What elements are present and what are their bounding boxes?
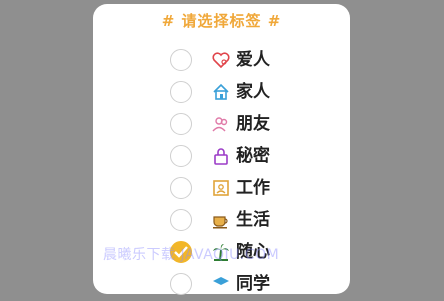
tag-label: 朋友 <box>236 114 270 134</box>
coffee-cup-icon <box>211 210 231 230</box>
heart-person-icon <box>211 50 231 70</box>
screen: { "dialog": { "title": "# 请选择标签 #", "tag… <box>0 0 444 295</box>
house-icon <box>211 82 231 102</box>
dialog-title: # 请选择标签 # <box>161 12 282 30</box>
tag-option-family[interactable]: 家人 <box>93 79 350 109</box>
tag-label: 工作 <box>236 178 270 198</box>
tag-label: 家人 <box>236 82 270 102</box>
tag-option-lover[interactable]: 爱人 <box>93 47 350 77</box>
tag-option-friends[interactable]: 朋友 <box>93 111 350 141</box>
tag-option-life[interactable]: 生活 <box>93 207 350 237</box>
badge-icon <box>211 178 231 198</box>
tag-label: 生活 <box>236 210 270 230</box>
friends-icon <box>211 114 231 134</box>
radio-button[interactable] <box>170 273 192 295</box>
tag-label: 爱人 <box>236 50 270 70</box>
radio-button[interactable] <box>170 113 192 135</box>
graduate-icon <box>211 274 231 294</box>
tag-option-classmates[interactable]: 同学 <box>93 271 350 301</box>
lock-icon <box>211 146 231 166</box>
radio-button[interactable] <box>170 81 192 103</box>
tag-label: 同学 <box>236 274 270 294</box>
watermark-text: 晨曦乐下载 JAVAQIU.COM <box>103 247 280 263</box>
radio-button[interactable] <box>170 177 192 199</box>
radio-button[interactable] <box>170 145 192 167</box>
tag-option-secret[interactable]: 秘密 <box>93 143 350 173</box>
radio-button[interactable] <box>170 49 192 71</box>
radio-button[interactable] <box>170 209 192 231</box>
tag-label: 秘密 <box>236 146 270 166</box>
tag-option-work[interactable]: 工作 <box>93 175 350 205</box>
